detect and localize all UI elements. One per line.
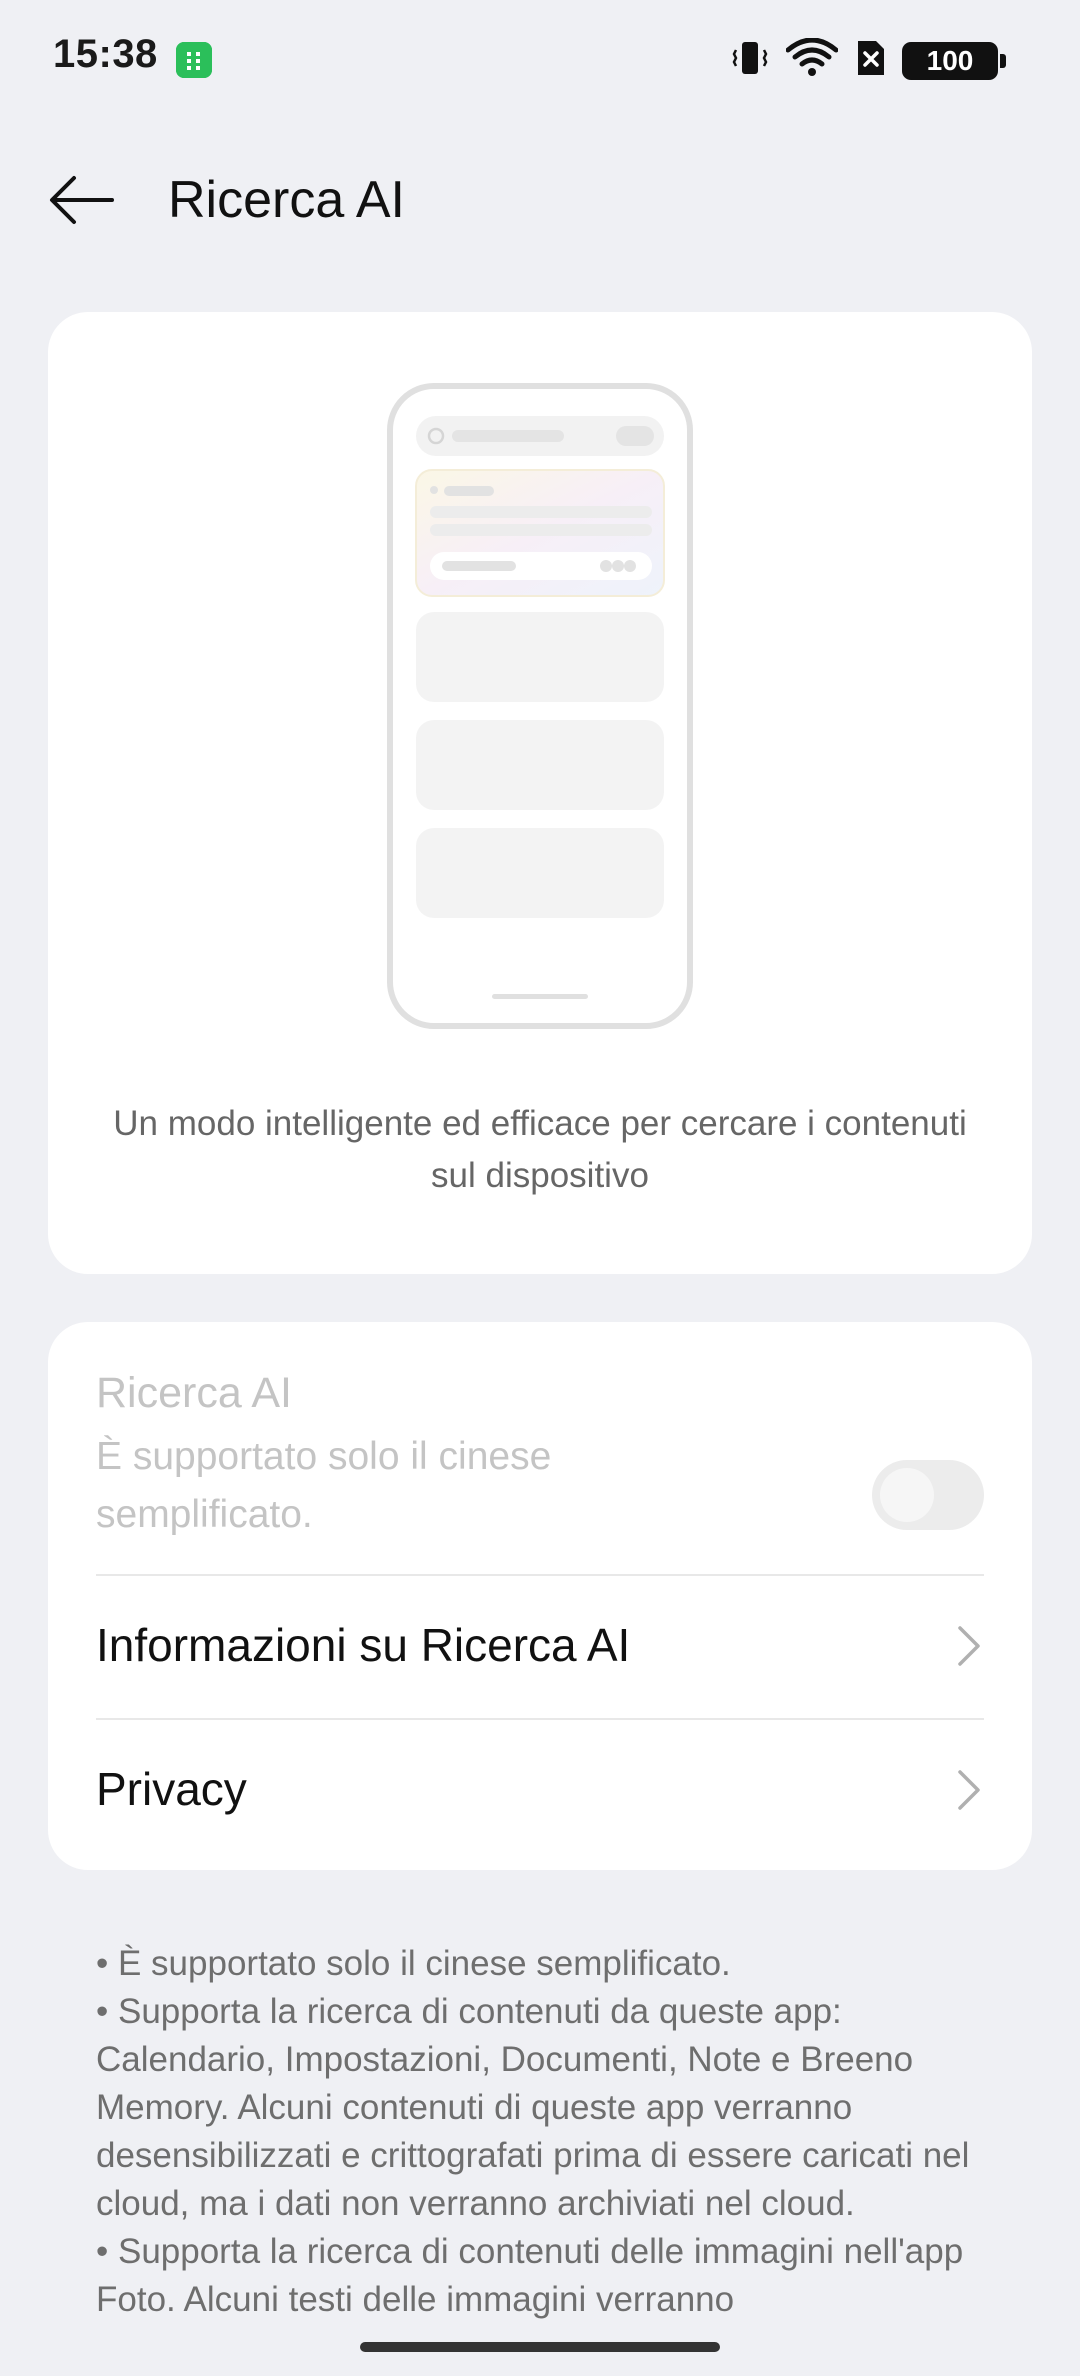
intro-description: Un modo intelligente ed efficace per cer…	[113, 1104, 967, 1195]
info-notes: • È supportato solo il cinese semplifica…	[96, 1940, 996, 2324]
chevron-right-icon	[958, 1626, 980, 1666]
about-ai-search-row[interactable]: Informazioni su Ricerca AI	[96, 1576, 984, 1716]
ai-search-setting: Ricerca AI È supportato solo il cinese s…	[96, 1364, 984, 1542]
battery-level: 100	[902, 41, 998, 80]
page-title: Ricerca AI	[168, 171, 405, 229]
toggle-knob	[880, 1468, 934, 1522]
phone-illustration	[386, 382, 694, 1049]
vibrate-icon	[730, 38, 770, 83]
note-item: • Supporta la ricerca di contenuti delle…	[96, 2232, 964, 2319]
app-notification-icon	[176, 42, 212, 78]
status-icons: 100	[730, 37, 1006, 83]
settings-card: Ricerca AI È supportato solo il cinese s…	[48, 1322, 1032, 1870]
privacy-row[interactable]: Privacy	[96, 1720, 984, 1860]
ai-search-title: Ricerca AI	[96, 1369, 292, 1417]
about-ai-search-label: Informazioni su Ricerca AI	[96, 1619, 631, 1671]
battery-icon: 100	[902, 41, 1006, 80]
note-item: • È supportato solo il cinese semplifica…	[96, 1944, 731, 1983]
ai-search-subtitle: È supportato solo il cinese semplificato…	[96, 1435, 552, 1536]
chevron-right-icon	[958, 1770, 980, 1810]
app-header: Ricerca AI	[0, 150, 1080, 250]
status-bar: 15:38 100	[0, 0, 1080, 120]
back-button[interactable]	[44, 168, 124, 232]
arrow-left-icon	[50, 176, 114, 224]
intro-card: Un modo intelligente ed efficace per cer…	[48, 312, 1032, 1274]
status-time: 15:38	[53, 32, 158, 76]
home-indicator[interactable]	[360, 2342, 720, 2352]
note-item: • Supporta la ricerca di contenuti da qu…	[96, 1992, 970, 2223]
wifi-icon	[785, 37, 839, 83]
sim-off-icon	[854, 39, 886, 82]
privacy-label: Privacy	[96, 1763, 247, 1815]
ai-search-toggle[interactable]	[872, 1460, 984, 1530]
